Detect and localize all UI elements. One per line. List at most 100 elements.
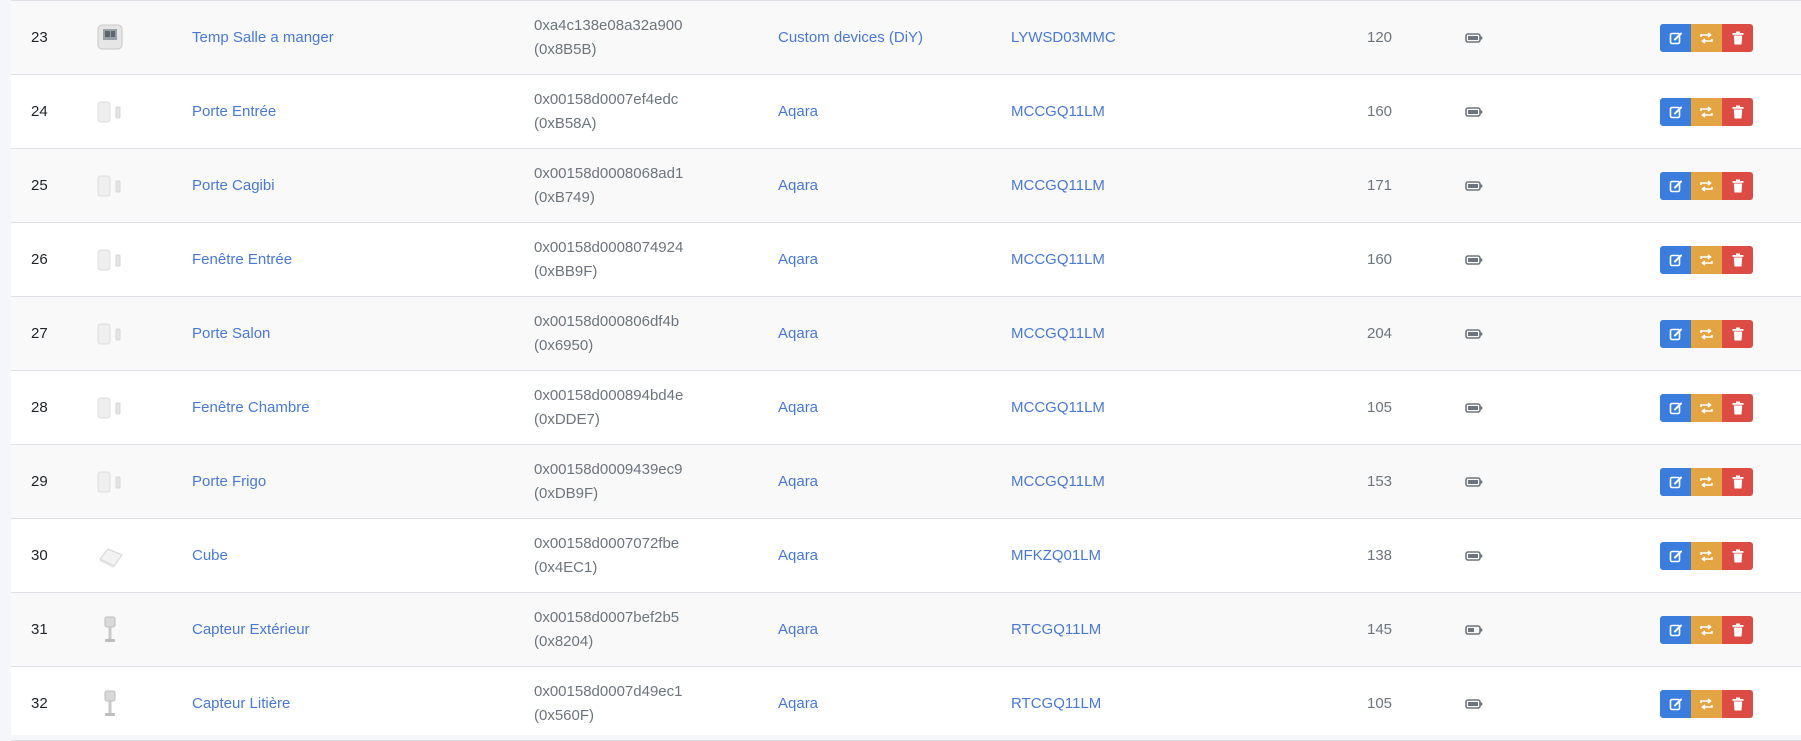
power-source (1465, 445, 1483, 518)
manufacturer-cell: Aqara (778, 149, 818, 222)
device-image (93, 1, 127, 74)
device-name-link[interactable]: Porte Cagibi (192, 177, 275, 194)
swap-button[interactable] (1691, 689, 1722, 718)
delete-button[interactable] (1722, 615, 1753, 644)
row-actions (1660, 1, 1753, 74)
device-name-link[interactable]: Capteur Extérieur (192, 621, 310, 638)
edit-button[interactable] (1660, 541, 1691, 570)
edit-button[interactable] (1660, 615, 1691, 644)
manufacturer-cell: Aqara (778, 593, 818, 666)
device-address: 0xa4c138e08a32a900 (0x8B5B) (534, 1, 682, 74)
row-actions (1660, 297, 1753, 370)
delete-button[interactable] (1722, 393, 1753, 422)
model-link[interactable]: MCCGQ11LM (1011, 473, 1105, 490)
device-image (93, 593, 127, 666)
edit-button[interactable] (1660, 393, 1691, 422)
battery-icon (1465, 106, 1483, 117)
swap-icon (1700, 327, 1713, 340)
manufacturer-link[interactable]: Aqara (778, 103, 818, 120)
table-row: 32 Capteur Litière 0x00158d0007d49ec1 (0x… (11, 667, 1801, 741)
edit-icon (1669, 106, 1682, 118)
network-address: (0x8B5B) (534, 40, 597, 58)
device-name-link[interactable]: Capteur Litière (192, 695, 290, 712)
swap-button[interactable] (1691, 393, 1722, 422)
edit-icon (1669, 402, 1682, 414)
delete-button[interactable] (1722, 23, 1753, 52)
model-link[interactable]: MCCGQ11LM (1011, 103, 1105, 120)
manufacturer-link[interactable]: Aqara (778, 547, 818, 564)
edit-icon (1669, 698, 1682, 710)
edit-button[interactable] (1660, 97, 1691, 126)
model-link[interactable]: MCCGQ11LM (1011, 325, 1105, 342)
device-image (93, 371, 127, 444)
table-row: 23 Temp Salle a manger 0xa4c138e08a32a90… (11, 1, 1801, 75)
edit-button[interactable] (1660, 319, 1691, 348)
device-name-link[interactable]: Fenêtre Chambre (192, 399, 310, 416)
device-image (93, 149, 127, 222)
delete-button[interactable] (1722, 467, 1753, 496)
manufacturer-link[interactable]: Aqara (778, 621, 818, 638)
swap-button[interactable] (1691, 319, 1722, 348)
edit-button[interactable] (1660, 23, 1691, 52)
model-link[interactable]: MCCGQ11LM (1011, 177, 1105, 194)
model-link[interactable]: MCCGQ11LM (1011, 251, 1105, 268)
device-name-link[interactable]: Porte Frigo (192, 473, 266, 490)
battery-icon (1465, 32, 1483, 43)
device-image (93, 223, 127, 296)
device-name-link[interactable]: Porte Salon (192, 325, 270, 342)
model-link[interactable]: RTCGQ11LM (1011, 695, 1101, 712)
delete-button[interactable] (1722, 689, 1753, 718)
power-source (1465, 75, 1483, 148)
delete-button[interactable] (1722, 97, 1753, 126)
trash-icon (1732, 697, 1743, 710)
manufacturer-link[interactable]: Custom devices (DiY) (778, 29, 923, 46)
delete-button[interactable] (1722, 319, 1753, 348)
swap-icon (1700, 697, 1713, 710)
temp-probe-sensor-icon (104, 616, 116, 642)
power-source (1465, 667, 1483, 740)
model-link[interactable]: LYWSD03MMC (1011, 29, 1116, 46)
device-name-link[interactable]: Fenêtre Entrée (192, 251, 292, 268)
swap-button[interactable] (1691, 23, 1722, 52)
device-name-cell: Temp Salle a manger (192, 1, 334, 74)
model-cell: MCCGQ11LM (1011, 149, 1105, 222)
device-address: 0x00158d000806df4b (0x6950) (534, 297, 679, 370)
power-source (1465, 149, 1483, 222)
delete-button[interactable] (1722, 171, 1753, 200)
model-link[interactable]: MFKZQ01LM (1011, 547, 1101, 564)
device-name-link[interactable]: Temp Salle a manger (192, 29, 334, 46)
swap-button[interactable] (1691, 467, 1722, 496)
model-cell: MCCGQ11LM (1011, 75, 1105, 148)
edit-button[interactable] (1660, 467, 1691, 496)
manufacturer-link[interactable]: Aqara (778, 251, 818, 268)
manufacturer-link[interactable]: Aqara (778, 177, 818, 194)
manufacturer-link[interactable]: Aqara (778, 325, 818, 342)
ieee-address: 0x00158d0007072fbe (534, 534, 680, 552)
power-source (1465, 223, 1483, 296)
table-row: 27 Porte Salon 0x00158d000806df4b (0x6950… (11, 297, 1801, 371)
table-row: 31 Capteur Extérieur 0x00158d0007bef2b5 (… (11, 593, 1801, 667)
manufacturer-link[interactable]: Aqara (778, 695, 818, 712)
swap-button[interactable] (1691, 615, 1722, 644)
edit-button[interactable] (1660, 689, 1691, 718)
swap-button[interactable] (1691, 541, 1722, 570)
delete-button[interactable] (1722, 245, 1753, 274)
lqi-value: 171 (1367, 177, 1393, 194)
device-name-link[interactable]: Porte Entrée (192, 103, 276, 120)
swap-button[interactable] (1691, 171, 1722, 200)
model-link[interactable]: MCCGQ11LM (1011, 399, 1105, 416)
swap-button[interactable] (1691, 245, 1722, 274)
device-name-cell: Fenêtre Entrée (192, 223, 292, 296)
device-name-link[interactable]: Cube (192, 547, 228, 564)
device-image (93, 519, 127, 592)
devices-table: 23 Temp Salle a manger 0xa4c138e08a32a90… (11, 0, 1801, 741)
manufacturer-link[interactable]: Aqara (778, 399, 818, 416)
manufacturer-link[interactable]: Aqara (778, 473, 818, 490)
edit-button[interactable] (1660, 245, 1691, 274)
trash-icon (1732, 623, 1743, 636)
swap-button[interactable] (1691, 97, 1722, 126)
edit-button[interactable] (1660, 171, 1691, 200)
delete-button[interactable] (1722, 541, 1753, 570)
edit-icon (1669, 328, 1682, 340)
model-link[interactable]: RTCGQ11LM (1011, 621, 1101, 638)
